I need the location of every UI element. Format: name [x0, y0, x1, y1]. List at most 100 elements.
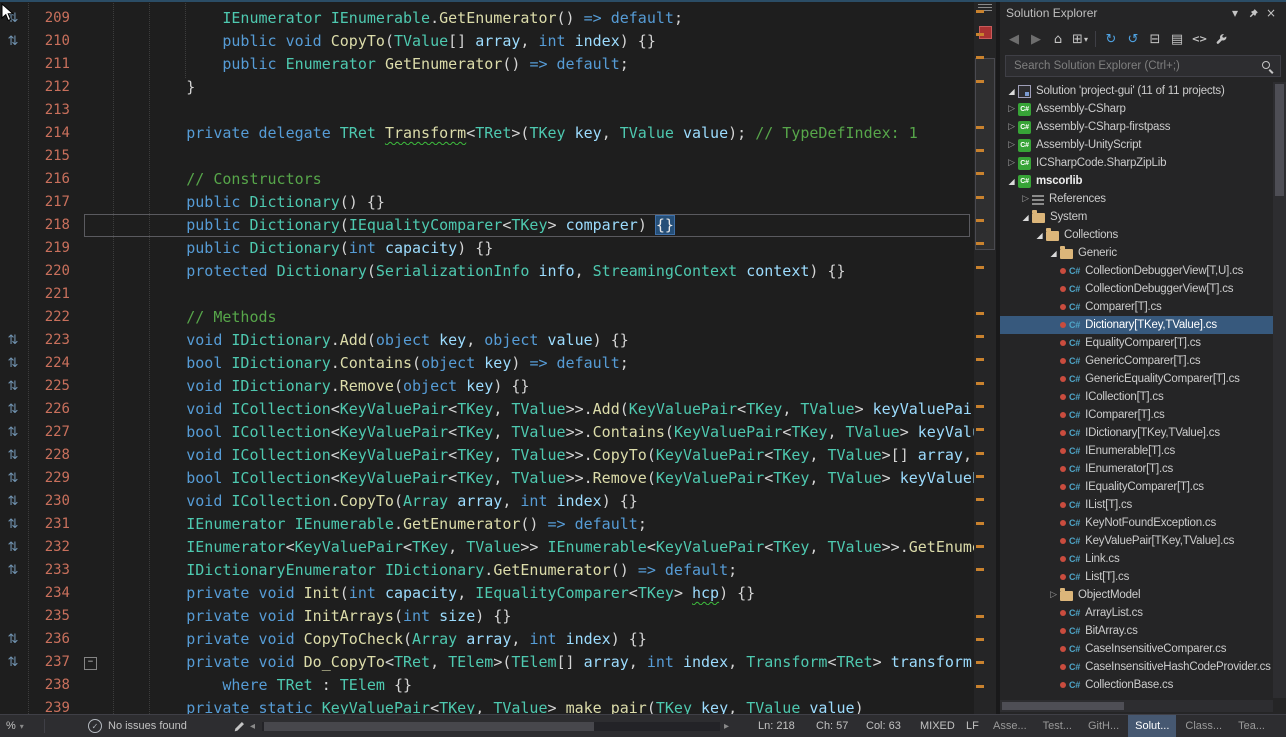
pencil-icon[interactable] [234, 715, 245, 737]
implementation-arrows-icon[interactable]: ⇅ [0, 628, 26, 651]
tree-horizontal-scrollbar[interactable] [1000, 700, 1273, 712]
tree-item[interactable]: C#IComparer[T].cs [1000, 406, 1273, 424]
code-line[interactable]: 212 } [0, 76, 974, 99]
line-number[interactable]: 218 [26, 214, 82, 237]
line-indicator[interactable]: Ln: 218 [758, 715, 795, 737]
code-line[interactable]: 213 [0, 99, 974, 122]
code-text[interactable]: // Constructors [98, 168, 974, 191]
refresh-icon[interactable]: ↺ [1123, 29, 1143, 49]
line-number[interactable]: 211 [26, 53, 82, 76]
tree-item[interactable]: C#Link.cs [1000, 550, 1273, 568]
pin-icon[interactable] [1244, 4, 1262, 22]
sync-with-active-document-icon[interactable]: ↻ [1101, 29, 1121, 49]
tree-item[interactable]: C#KeyValuePair[TKey,TValue].cs [1000, 532, 1273, 550]
tool-window-tab[interactable]: Test... [1036, 715, 1079, 737]
tree-item[interactable]: C#List[T].cs [1000, 568, 1273, 586]
code-line[interactable]: ⇅228 void ICollection<KeyValuePair<TKey,… [0, 444, 974, 467]
code-line[interactable]: ⇅210 public void CopyTo(TValue[] array, … [0, 30, 974, 53]
code-line[interactable]: ⇅223 void IDictionary.Add(object key, ob… [0, 329, 974, 352]
code-line[interactable]: 215 [0, 145, 974, 168]
line-number[interactable]: 216 [26, 168, 82, 191]
tree-item[interactable]: ◢Generic [1000, 244, 1273, 262]
code-line[interactable]: ⇅232 IEnumerator<KeyValuePair<TKey, TVal… [0, 536, 974, 559]
line-number[interactable]: 229 [26, 467, 82, 490]
code-text[interactable]: private void Do_CopyTo<TRet, TElem>(TEle… [98, 651, 974, 674]
solution-explorer-titlebar[interactable]: Solution Explorer ▾× [1000, 0, 1286, 26]
line-number[interactable]: 231 [26, 513, 82, 536]
line-number[interactable]: 220 [26, 260, 82, 283]
expander-collapsed-icon[interactable]: ▷ [1005, 140, 1018, 150]
implementation-arrows-icon[interactable]: ⇅ [0, 513, 26, 536]
code-text[interactable]: IEnumerator IEnumerable.GetEnumerator() … [98, 513, 974, 536]
code-text[interactable]: public Enumerator GetEnumerator() => def… [98, 53, 974, 76]
tree-item[interactable]: C#Comparer[T].cs [1000, 298, 1273, 316]
line-number[interactable]: 213 [26, 99, 82, 122]
scroll-left-icon[interactable]: ◂ [250, 715, 255, 737]
line-number[interactable]: 225 [26, 375, 82, 398]
tree-item[interactable]: C#CollectionBase.cs [1000, 676, 1273, 694]
line-number[interactable]: 215 [26, 145, 82, 168]
scroll-right-icon[interactable]: ▸ [724, 715, 729, 737]
implementation-arrows-icon[interactable]: ⇅ [0, 7, 26, 30]
code-text[interactable]: bool ICollection<KeyValuePair<TKey, TVal… [98, 421, 974, 444]
forward-icon[interactable]: ▶ [1026, 29, 1046, 49]
line-number[interactable]: 227 [26, 421, 82, 444]
tree-item[interactable]: C#BitArray.cs [1000, 622, 1273, 640]
code-line[interactable]: ⇅224 bool IDictionary.Contains(object ke… [0, 352, 974, 375]
tool-window-tab[interactable]: GitH... [1081, 715, 1126, 737]
line-number[interactable]: 238 [26, 674, 82, 697]
implementation-arrows-icon[interactable]: ⇅ [0, 352, 26, 375]
tree-item[interactable]: C#ArrayList.cs [1000, 604, 1273, 622]
tree-item[interactable]: ▷C#Assembly-CSharp-firstpass [1000, 118, 1273, 136]
code-text[interactable] [98, 99, 974, 122]
code-line[interactable]: 217 public Dictionary() {} [0, 191, 974, 214]
implementation-arrows-icon[interactable]: ⇅ [0, 467, 26, 490]
tree-vertical-scrollbar[interactable] [1273, 82, 1286, 698]
implementation-arrows-icon[interactable]: ⇅ [0, 444, 26, 467]
code-line[interactable]: 239 private static KeyValuePair<TKey, TV… [0, 697, 974, 714]
tree-item[interactable]: C#KeyNotFoundException.cs [1000, 514, 1273, 532]
implementation-arrows-icon[interactable]: ⇅ [0, 421, 26, 444]
column-indicator[interactable]: Col: 63 [866, 715, 901, 737]
code-line[interactable]: ⇅233 IDictionaryEnumerator IDictionary.G… [0, 559, 974, 582]
tree-item[interactable]: ◢C#mscorlib [1000, 172, 1273, 190]
code-line[interactable]: ⇅229 bool ICollection<KeyValuePair<TKey,… [0, 467, 974, 490]
code-line[interactable]: ⇅225 void IDictionary.Remove(object key)… [0, 375, 974, 398]
line-number[interactable]: 209 [26, 7, 82, 30]
tree-item[interactable]: ▷C#Assembly-UnityScript [1000, 136, 1273, 154]
code-line[interactable]: 211 public Enumerator GetEnumerator() =>… [0, 53, 974, 76]
tree-item[interactable]: ▷ObjectModel [1000, 586, 1273, 604]
tree-item[interactable]: ◢Solution 'project-gui' (11 of 11 projec… [1000, 82, 1273, 100]
code-line[interactable]: 221 [0, 283, 974, 306]
code-text[interactable]: bool IDictionary.Contains(object key) =>… [98, 352, 974, 375]
collapse-all-icon[interactable]: ⊟ [1145, 29, 1165, 49]
home-icon[interactable]: ⌂ [1048, 29, 1068, 49]
tool-window-tab[interactable]: Asse... [986, 715, 1034, 737]
code-line[interactable]: 219 public Dictionary(int capacity) {} [0, 237, 974, 260]
line-number[interactable]: 226 [26, 398, 82, 421]
expander-expanded-icon[interactable]: ◢ [1019, 213, 1032, 222]
properties-icon[interactable] [1211, 29, 1231, 49]
code-line[interactable]: ⇅237− private void Do_CopyTo<TRet, TElem… [0, 651, 974, 674]
tree-item[interactable]: C#CaseInsensitiveComparer.cs [1000, 640, 1273, 658]
tree-item[interactable]: C#GenericComparer[T].cs [1000, 352, 1273, 370]
code-text[interactable] [98, 145, 974, 168]
line-number[interactable]: 230 [26, 490, 82, 513]
expander-collapsed-icon[interactable]: ▷ [1047, 590, 1060, 600]
line-number[interactable]: 235 [26, 605, 82, 628]
line-number[interactable]: 228 [26, 444, 82, 467]
line-number[interactable]: 223 [26, 329, 82, 352]
expander-collapsed-icon[interactable]: ▷ [1005, 122, 1018, 132]
tree-item[interactable]: C#EqualityComparer[T].cs [1000, 334, 1273, 352]
back-icon[interactable]: ◀ [1004, 29, 1024, 49]
editor-horizontal-scrollbar[interactable] [262, 722, 720, 731]
code-line[interactable]: 222 // Methods [0, 306, 974, 329]
splitter-grip-icon[interactable] [978, 4, 992, 5]
code-text[interactable]: IDictionaryEnumerator IDictionary.GetEnu… [98, 559, 974, 582]
code-text[interactable]: private static KeyValuePair<TKey, TValue… [98, 697, 974, 714]
code-line[interactable]: ⇅230 void ICollection.CopyTo(Array array… [0, 490, 974, 513]
code-text[interactable]: private void InitArrays(int size) {} [98, 605, 974, 628]
tree-item[interactable]: ▷References [1000, 190, 1273, 208]
line-number[interactable]: 212 [26, 76, 82, 99]
line-number[interactable]: 214 [26, 122, 82, 145]
